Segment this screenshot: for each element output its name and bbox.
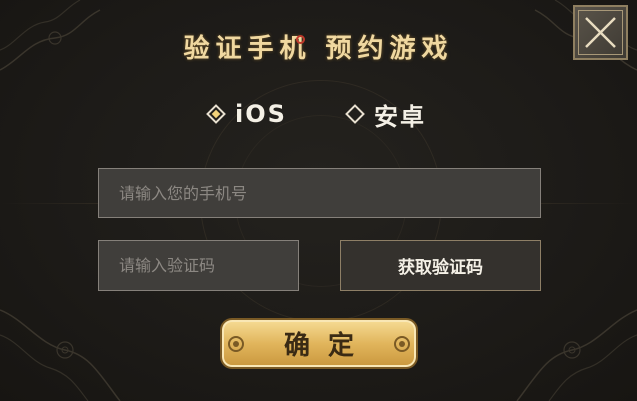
reservation-dialog: 验证手机预约游戏 iOS 安卓 获取验证码 确定 — [0, 0, 637, 401]
close-button[interactable] — [573, 5, 628, 60]
get-code-label: 获取验证码 — [398, 258, 483, 278]
swirl-ornament-left-icon — [228, 335, 244, 352]
phone-number-input[interactable] — [98, 168, 541, 218]
confirm-button[interactable]: 确定 — [220, 318, 418, 369]
platform-option-label: 安卓 — [374, 102, 426, 131]
swirl-ornament-right-icon — [394, 335, 410, 352]
verification-code-input[interactable] — [98, 240, 299, 291]
close-x-icon — [585, 17, 616, 48]
platform-option-android[interactable]: 安卓 — [345, 96, 426, 132]
diamond-radio-unchecked-icon — [345, 104, 365, 124]
title-reserve-game: 预约游戏 — [325, 34, 454, 64]
corner-ornament-bottom-left-icon — [0, 309, 121, 401]
platform-option-ios[interactable]: iOS — [206, 96, 287, 132]
platform-option-label: iOS — [235, 100, 287, 128]
title-accent-dot — [296, 35, 305, 44]
confirm-label: 确定 — [283, 331, 372, 361]
title-verify-phone: 验证手机 — [183, 34, 312, 64]
dialog-title: 验证手机 预约游戏 — [0, 28, 637, 65]
diamond-radio-checked-icon — [206, 104, 226, 124]
get-verification-code-button[interactable]: 获取验证码 — [340, 240, 541, 291]
corner-ornament-bottom-right-icon — [516, 309, 637, 401]
